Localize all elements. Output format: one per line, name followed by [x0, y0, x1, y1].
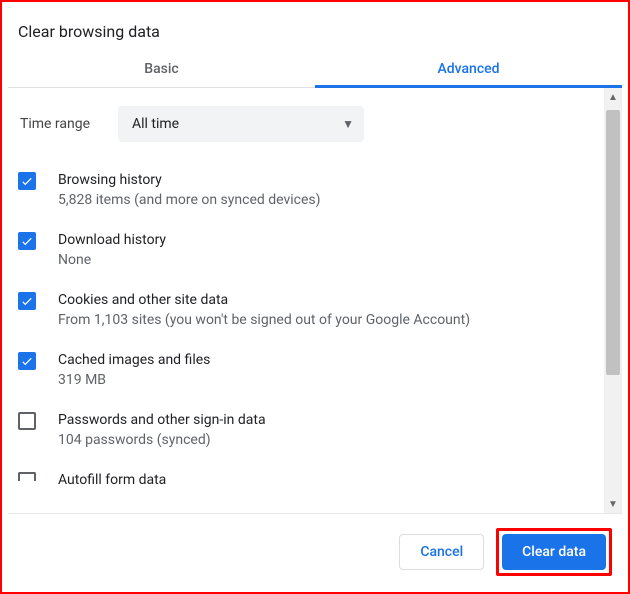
scroll-down-icon[interactable]: ▼ [604, 495, 622, 513]
dialog-frame: Clear browsing data Basic Advanced Time … [0, 0, 630, 594]
highlight-box: Clear data [496, 528, 612, 576]
time-range-select[interactable]: All time ▼ [118, 106, 364, 142]
item-title: Browsing history [58, 170, 598, 190]
item-title: Autofill form data [58, 470, 598, 490]
scrollbar-thumb[interactable] [606, 110, 620, 375]
clear-data-button-label: Clear data [522, 544, 586, 560]
item-subtitle: 104 passwords (synced) [58, 430, 598, 450]
content-area: Time range All time ▼ B [8, 88, 604, 513]
check-icon [20, 174, 34, 188]
checkbox-autofill[interactable] [18, 472, 36, 481]
check-icon [20, 354, 34, 368]
checkbox-cookies[interactable] [18, 292, 36, 310]
dialog-footer: Cancel Clear data [8, 514, 622, 586]
cancel-button-label: Cancel [420, 544, 463, 560]
scrollbar-track[interactable] [604, 106, 622, 495]
dialog-title: Clear browsing data [8, 8, 622, 53]
chevron-down-icon: ▼ [342, 117, 354, 131]
data-type-list: Browsing history 5,828 items (and more o… [14, 160, 598, 490]
item-title: Download history [58, 230, 598, 250]
item-subtitle: 319 MB [58, 370, 598, 390]
item-subtitle: None [58, 250, 598, 270]
tab-basic[interactable]: Basic [8, 53, 315, 87]
item-subtitle: 5,828 items (and more on synced devices) [58, 190, 598, 210]
list-item: Autofill form data [14, 460, 598, 490]
dialog-body: Time range All time ▼ B [8, 88, 622, 514]
tab-advanced[interactable]: Advanced [315, 53, 622, 87]
list-item: Cookies and other site data From 1,103 s… [14, 280, 598, 340]
time-range-label: Time range [18, 116, 118, 132]
tab-advanced-label: Advanced [437, 61, 499, 77]
check-icon [20, 294, 34, 308]
clear-browsing-data-dialog: Clear browsing data Basic Advanced Time … [8, 8, 622, 586]
checkbox-browsing-history[interactable] [18, 172, 36, 190]
list-item: Passwords and other sign-in data 104 pas… [14, 400, 598, 460]
list-item: Browsing history 5,828 items (and more o… [14, 160, 598, 220]
item-title: Passwords and other sign-in data [58, 410, 598, 430]
list-item: Cached images and files 319 MB [14, 340, 598, 400]
checkbox-passwords[interactable] [18, 412, 36, 430]
cancel-button[interactable]: Cancel [399, 534, 484, 570]
time-range-row: Time range All time ▼ [14, 88, 598, 160]
check-icon [20, 234, 34, 248]
list-item: Download history None [14, 220, 598, 280]
tab-basic-label: Basic [144, 61, 178, 77]
item-subtitle: From 1,103 sites (you won't be signed ou… [58, 310, 598, 330]
checkbox-cache[interactable] [18, 352, 36, 370]
item-title: Cookies and other site data [58, 290, 598, 310]
time-range-value: All time [132, 116, 179, 132]
clear-data-button[interactable]: Clear data [502, 534, 606, 570]
item-title: Cached images and files [58, 350, 598, 370]
scroll-up-icon[interactable]: ▲ [604, 88, 622, 106]
scrollbar[interactable]: ▲ ▼ [604, 88, 622, 513]
tab-bar: Basic Advanced [8, 53, 622, 88]
checkbox-download-history[interactable] [18, 232, 36, 250]
